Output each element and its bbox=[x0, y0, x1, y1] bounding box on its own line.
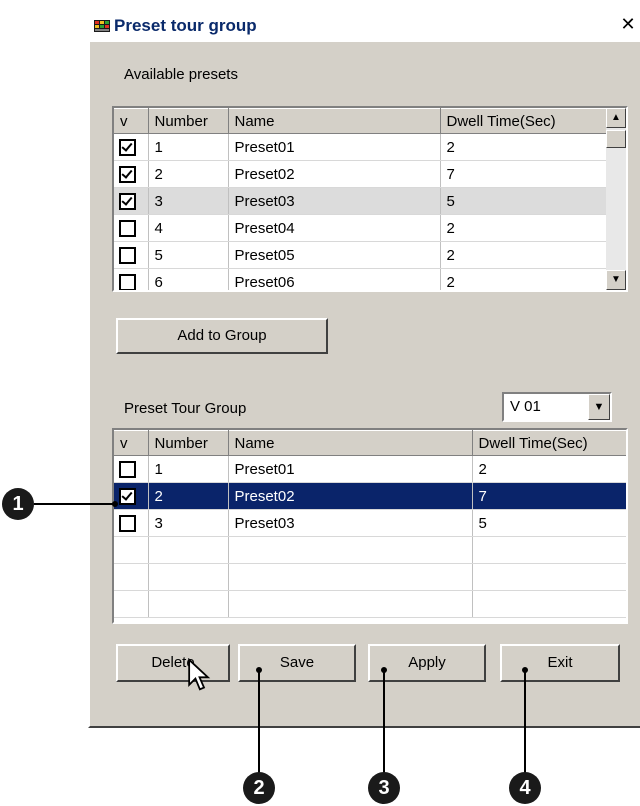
cell-number: 2 bbox=[148, 160, 229, 188]
row-checkbox[interactable] bbox=[119, 246, 136, 264]
cell-name: Preset01 bbox=[228, 455, 473, 483]
group-select-value: V 01 bbox=[510, 398, 541, 415]
apply-button[interactable]: Apply bbox=[368, 644, 486, 682]
available-presets-label: Available presets bbox=[124, 66, 238, 83]
cell-name: Preset06 bbox=[228, 268, 441, 290]
cell-number: 3 bbox=[148, 187, 229, 215]
row-check-cell bbox=[114, 509, 149, 537]
exit-button[interactable]: Exit bbox=[500, 644, 620, 682]
table-row[interactable]: 2 Preset02 7 bbox=[114, 482, 626, 510]
available-scrollbar[interactable]: ▲ ▼ bbox=[606, 108, 626, 290]
row-checkbox[interactable] bbox=[119, 514, 136, 532]
scroll-up-icon[interactable]: ▲ bbox=[606, 108, 626, 128]
row-check-cell bbox=[114, 160, 149, 188]
cell-dwell: 2 bbox=[440, 133, 607, 161]
empty-row bbox=[114, 590, 626, 618]
table-row[interactable]: 5 Preset05 2 bbox=[114, 241, 607, 269]
row-checkbox[interactable] bbox=[119, 460, 136, 478]
col-header-name[interactable]: Name bbox=[228, 108, 441, 134]
app-icon bbox=[94, 20, 110, 32]
cell-dwell: 2 bbox=[440, 214, 607, 242]
chevron-down-icon[interactable]: ▼ bbox=[588, 394, 610, 420]
row-checkbox[interactable] bbox=[119, 487, 136, 505]
cell-number: 4 bbox=[148, 214, 229, 242]
row-check-cell bbox=[114, 455, 149, 483]
table-row[interactable]: 2 Preset02 7 bbox=[114, 160, 607, 188]
row-check-cell bbox=[114, 241, 149, 269]
save-button[interactable]: Save bbox=[238, 644, 356, 682]
cell-name: Preset02 bbox=[228, 482, 473, 510]
cell-dwell: 2 bbox=[472, 455, 626, 483]
preset-tour-group-label: Preset Tour Group bbox=[124, 400, 247, 417]
cell-dwell: 5 bbox=[440, 187, 607, 215]
scroll-thumb[interactable] bbox=[606, 130, 626, 148]
mouse-cursor-icon bbox=[188, 658, 211, 691]
tour-group-grid[interactable]: v Number Name Dwell Time(Sec) 1 Preset01 2… bbox=[112, 428, 628, 624]
cell-dwell: 5 bbox=[472, 509, 626, 537]
cell-name: Preset01 bbox=[228, 133, 441, 161]
cell-name: Preset03 bbox=[228, 187, 441, 215]
table-row[interactable]: 1 Preset01 2 bbox=[114, 133, 607, 161]
window-title: Preset tour group bbox=[114, 16, 257, 35]
callout-3-leader bbox=[383, 670, 385, 778]
col-header-v[interactable]: v bbox=[114, 430, 149, 456]
available-presets-grid[interactable]: v Number Name Dwell Time(Sec) 1 Preset01 2… bbox=[112, 106, 628, 292]
col-header-v[interactable]: v bbox=[114, 108, 149, 134]
callout-2: 2 bbox=[243, 772, 275, 804]
cell-dwell: 7 bbox=[472, 482, 626, 510]
cell-number: 6 bbox=[148, 268, 229, 290]
table-row[interactable]: 6 Preset06 2 bbox=[114, 268, 607, 290]
cell-number: 2 bbox=[148, 482, 229, 510]
row-checkbox[interactable] bbox=[119, 192, 136, 210]
row-checkbox[interactable] bbox=[119, 219, 136, 237]
cell-number: 5 bbox=[148, 241, 229, 269]
row-checkbox[interactable] bbox=[119, 273, 136, 290]
row-check-cell bbox=[114, 187, 149, 215]
callout-4: 4 bbox=[509, 772, 541, 804]
row-check-cell bbox=[114, 133, 149, 161]
table-row[interactable]: 4 Preset04 2 bbox=[114, 214, 607, 242]
col-header-dwell[interactable]: Dwell Time(Sec) bbox=[472, 430, 626, 456]
cell-name: Preset05 bbox=[228, 241, 441, 269]
callout-1: 1 bbox=[2, 488, 34, 520]
col-header-number[interactable]: Number bbox=[148, 108, 229, 134]
table-row[interactable]: 1 Preset01 2 bbox=[114, 455, 626, 483]
close-icon[interactable]: ✕ bbox=[618, 14, 638, 34]
title-bar: Preset tour group ✕ bbox=[90, 8, 640, 42]
add-to-group-button[interactable]: Add to Group bbox=[116, 318, 328, 354]
cell-name: Preset03 bbox=[228, 509, 473, 537]
cell-number: 3 bbox=[148, 509, 229, 537]
cell-dwell: 7 bbox=[440, 160, 607, 188]
group-select[interactable]: V 01 ▼ bbox=[502, 392, 612, 422]
callout-4-leader bbox=[524, 670, 526, 778]
callout-3: 3 bbox=[368, 772, 400, 804]
table-row[interactable]: 3 Preset03 5 bbox=[114, 509, 626, 537]
delete-button[interactable]: Delete bbox=[116, 644, 230, 682]
preset-tour-dialog: Preset tour group ✕ Available presets v … bbox=[88, 8, 640, 728]
col-header-number[interactable]: Number bbox=[148, 430, 229, 456]
row-check-cell bbox=[114, 214, 149, 242]
empty-row bbox=[114, 563, 626, 591]
callout-2-leader bbox=[258, 670, 260, 778]
cell-dwell: 2 bbox=[440, 268, 607, 290]
col-header-dwell[interactable]: Dwell Time(Sec) bbox=[440, 108, 607, 134]
callout-1-dot bbox=[112, 501, 118, 507]
cell-name: Preset04 bbox=[228, 214, 441, 242]
scroll-down-icon[interactable]: ▼ bbox=[606, 270, 626, 290]
cell-name: Preset02 bbox=[228, 160, 441, 188]
row-check-cell bbox=[114, 268, 149, 290]
cell-dwell: 2 bbox=[440, 241, 607, 269]
cell-number: 1 bbox=[148, 455, 229, 483]
empty-row bbox=[114, 536, 626, 564]
row-check-cell bbox=[114, 482, 149, 510]
row-checkbox[interactable] bbox=[119, 138, 136, 156]
col-header-name[interactable]: Name bbox=[228, 430, 473, 456]
cell-number: 1 bbox=[148, 133, 229, 161]
row-checkbox[interactable] bbox=[119, 165, 136, 183]
table-row[interactable]: 3 Preset03 5 bbox=[114, 187, 607, 215]
callout-1-leader bbox=[34, 503, 116, 505]
